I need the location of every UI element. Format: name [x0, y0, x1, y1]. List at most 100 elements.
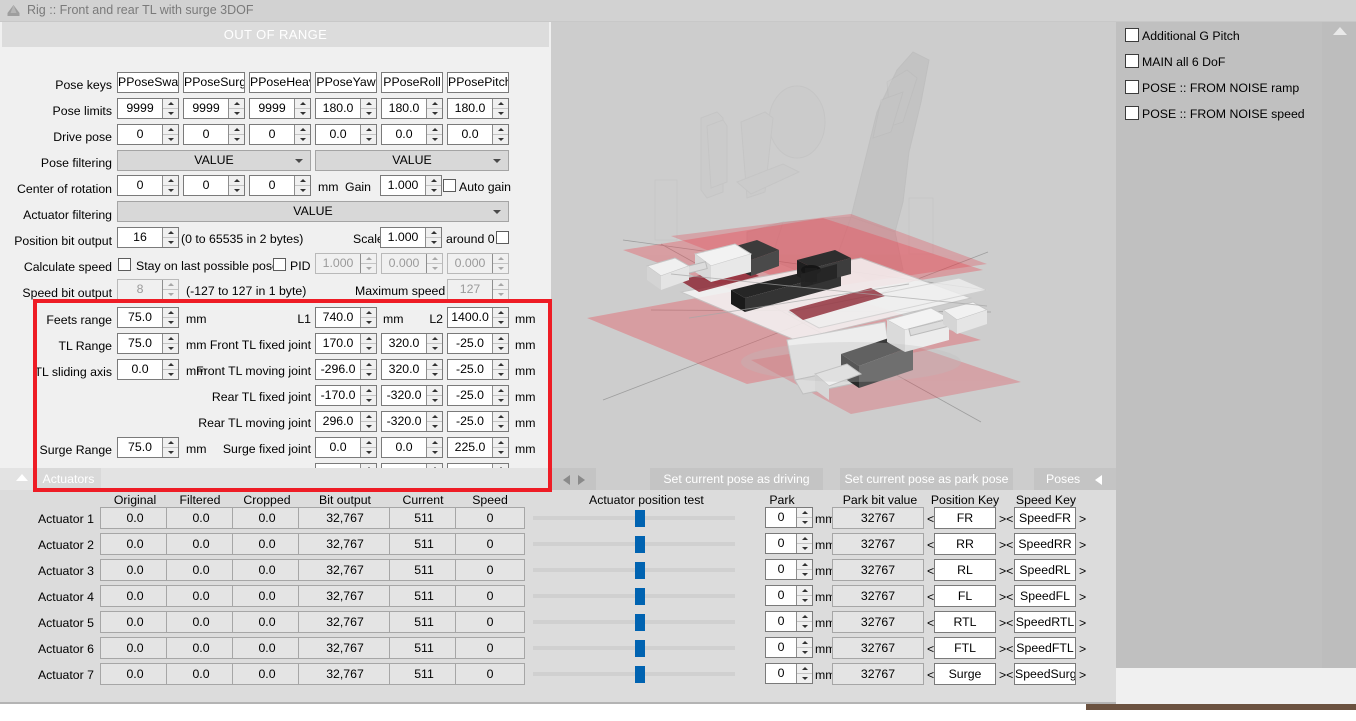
spinner-pose-limit-roll[interactable]: 180.0	[381, 98, 443, 119]
slider-actuator-test-6[interactable]	[533, 637, 735, 659]
slider-thumb[interactable]	[635, 640, 645, 657]
spin-up-icon[interactable]	[427, 360, 442, 370]
spinner-cor-x[interactable]: 0	[117, 175, 179, 196]
spin-up-icon[interactable]	[229, 125, 244, 135]
input-pose-key-heave[interactable]: PPoseHeave	[249, 72, 311, 93]
spin-buttons[interactable]	[492, 125, 508, 144]
spin-up-icon[interactable]	[229, 176, 244, 186]
spin-down-icon[interactable]	[361, 344, 376, 353]
spin-down-icon[interactable]	[797, 544, 812, 553]
spin-up-icon[interactable]	[797, 534, 812, 544]
spinner-cor-z[interactable]: 0	[249, 175, 311, 196]
spin-buttons[interactable]	[360, 438, 376, 457]
slider-actuator-test-1[interactable]	[533, 507, 735, 529]
spin-down-icon[interactable]	[493, 370, 508, 379]
spin-buttons[interactable]	[492, 99, 508, 118]
spin-up-icon[interactable]	[295, 99, 310, 109]
input-speed-key-1[interactable]: SpeedFR	[1014, 507, 1076, 529]
spin-down-icon[interactable]	[229, 109, 244, 118]
spin-down-icon[interactable]	[361, 264, 376, 273]
spin-buttons[interactable]	[796, 638, 812, 657]
spin-buttons[interactable]	[426, 438, 442, 457]
spin-up-icon[interactable]	[361, 334, 376, 344]
spinner-park-6[interactable]: 0	[765, 637, 813, 658]
select-actuator-filtering[interactable]: VALUE	[117, 201, 509, 222]
spin-down-icon[interactable]	[163, 186, 178, 195]
checkbox-additional-g-pitch[interactable]	[1125, 28, 1139, 42]
spin-up-icon[interactable]	[797, 612, 812, 622]
spin-up-icon[interactable]	[493, 360, 508, 370]
spinner-maximum-speed[interactable]: 127	[447, 279, 509, 300]
input-position-key-1[interactable]: FR	[934, 507, 996, 529]
spin-buttons[interactable]	[426, 125, 442, 144]
spin-down-icon[interactable]	[493, 448, 508, 457]
spin-buttons[interactable]	[360, 412, 376, 431]
spin-down-icon[interactable]	[426, 238, 441, 247]
spin-up-icon[interactable]	[493, 99, 508, 109]
slider-actuator-test-7[interactable]	[533, 663, 735, 685]
spin-buttons[interactable]	[360, 254, 376, 273]
input-speed-key-2[interactable]: SpeedRR	[1014, 533, 1076, 555]
scroll-up-icon[interactable]	[1333, 27, 1347, 35]
spinner-tl-range[interactable]: 75.0	[117, 333, 179, 354]
spin-buttons[interactable]	[228, 125, 244, 144]
slider-actuator-test-2[interactable]	[533, 533, 735, 555]
spin-up-icon[interactable]	[426, 228, 441, 238]
right-arrow-icon[interactable]	[578, 475, 585, 485]
left-arrow-icon[interactable]	[563, 475, 570, 485]
spin-up-icon[interactable]	[427, 412, 442, 422]
spinner-rear-tl-fixed-joint-x[interactable]: -170.0	[315, 385, 377, 406]
spin-down-icon[interactable]	[493, 290, 508, 299]
spin-buttons[interactable]	[492, 386, 508, 405]
spinner-position-bit-output[interactable]: 16	[117, 227, 179, 248]
checkbox-pid[interactable]	[273, 258, 286, 271]
spin-buttons[interactable]	[162, 99, 178, 118]
spin-buttons[interactable]	[492, 412, 508, 431]
spin-down-icon[interactable]	[229, 135, 244, 144]
spin-buttons[interactable]	[492, 308, 508, 327]
spin-down-icon[interactable]	[797, 622, 812, 631]
input-position-key-7[interactable]: Surge	[934, 663, 996, 685]
spin-down-icon[interactable]	[427, 135, 442, 144]
spin-down-icon[interactable]	[163, 448, 178, 457]
spin-down-icon[interactable]	[427, 448, 442, 457]
spin-up-icon[interactable]	[163, 99, 178, 109]
spin-buttons[interactable]	[294, 125, 310, 144]
spin-buttons[interactable]	[162, 125, 178, 144]
spin-up-icon[interactable]	[493, 125, 508, 135]
input-speed-key-7[interactable]: SpeedSurge	[1014, 663, 1076, 685]
spinner-surge-fixed-joint-y[interactable]: 0.0	[381, 437, 443, 458]
spin-buttons[interactable]	[796, 612, 812, 631]
spin-buttons[interactable]	[492, 254, 508, 273]
spin-up-icon[interactable]	[493, 334, 508, 344]
spin-buttons[interactable]	[425, 228, 441, 247]
spinner-pid-d[interactable]: 0.000	[447, 253, 509, 274]
spinner-pid-i[interactable]: 0.000	[381, 253, 443, 274]
spin-buttons[interactable]	[796, 586, 812, 605]
slider-actuator-test-3[interactable]	[533, 559, 735, 581]
spin-down-icon[interactable]	[797, 570, 812, 579]
spin-buttons[interactable]	[228, 176, 244, 195]
viewport-nav-buttons[interactable]	[551, 468, 596, 490]
input-position-key-6[interactable]: FTL	[934, 637, 996, 659]
spin-up-icon[interactable]	[163, 176, 178, 186]
spin-down-icon[interactable]	[361, 370, 376, 379]
spin-up-icon[interactable]	[361, 308, 376, 318]
spinner-drive-pose-surge[interactable]: 0	[183, 124, 245, 145]
spin-buttons[interactable]	[492, 360, 508, 379]
spin-buttons[interactable]	[796, 560, 812, 579]
spin-down-icon[interactable]	[163, 135, 178, 144]
spinner-surge-fixed-joint-z[interactable]: 225.0	[447, 437, 509, 458]
spinner-feets-range[interactable]: 75.0	[117, 307, 179, 328]
spin-buttons[interactable]	[360, 334, 376, 353]
spin-up-icon[interactable]	[493, 386, 508, 396]
spinner-l2[interactable]: 1400.0	[447, 307, 509, 328]
checkbox-pose-from-noise-ramp[interactable]	[1125, 80, 1139, 94]
spin-down-icon[interactable]	[163, 344, 178, 353]
spin-down-icon[interactable]	[797, 596, 812, 605]
spinner-front-tl-fixed-joint-y[interactable]: 320.0	[381, 333, 443, 354]
spin-down-icon[interactable]	[493, 135, 508, 144]
spinner-rear-tl-moving-joint-y[interactable]: -320.0	[381, 411, 443, 432]
input-position-key-5[interactable]: RTL	[934, 611, 996, 633]
checkbox-main-all-6-dof[interactable]	[1125, 54, 1139, 68]
